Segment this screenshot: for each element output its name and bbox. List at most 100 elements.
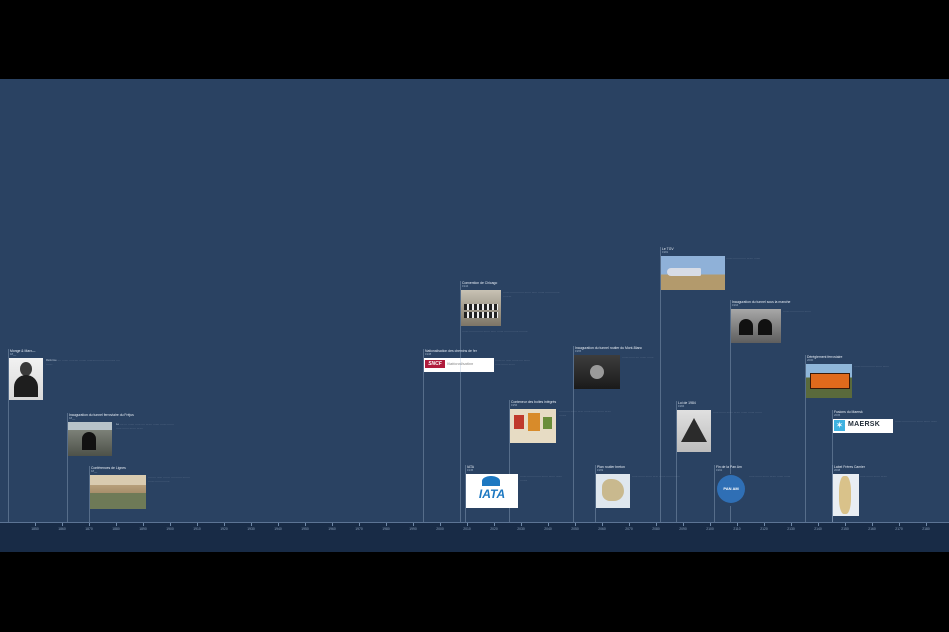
panam-logo: PAN AM <box>723 486 739 491</box>
event-description: ……. ……. ……. ……. ……. ……. <box>895 419 938 423</box>
event-title: Inauguration du tunnel ferroviaire du Fr… <box>69 413 134 417</box>
event-thumbnail[interactable] <box>833 474 859 516</box>
axis-tick-label: 2030 <box>517 527 525 531</box>
event-thumbnail[interactable]: SNCF Nationalisation <box>424 358 494 372</box>
axis-tick <box>548 523 549 526</box>
axis-tick <box>656 523 657 526</box>
event-title: Inauguration du tunnel routier du Mont-B… <box>575 346 643 350</box>
axis-tick <box>35 523 36 526</box>
axis-tick-label: 2140 <box>814 527 822 531</box>
axis-tick <box>629 523 630 526</box>
event-date: 18__ <box>10 352 17 356</box>
event-description: ……. ……. ……. ……. <box>783 309 811 313</box>
axis-tick-label: 1950 <box>301 527 309 531</box>
axis-tick <box>413 523 414 526</box>
event-description-extra: ……. ……. ……. ……. …… ……. ……. …….. ……… <box>462 329 528 333</box>
axis-tick <box>116 523 117 526</box>
axis-tick-label: 2110 <box>733 527 741 531</box>
event-date: 1981 <box>662 250 669 254</box>
axis-tick <box>845 523 846 526</box>
event-thumbnail[interactable] <box>731 309 781 343</box>
event-description: Réforme …. ……. ………. …….. ………………. ……….. …… <box>46 358 120 367</box>
axis-tick-label: 2070 <box>625 527 633 531</box>
event-date: 1984 <box>678 404 685 408</box>
event-date: 1965 <box>575 349 582 353</box>
event-stem <box>423 349 424 522</box>
axis-tick <box>467 523 468 526</box>
event-description: ……. ……. ……. ……. ……. ……. …….. <box>520 474 563 483</box>
event-date: 2005 <box>834 413 841 417</box>
axis-tick-label: 1860 <box>58 527 66 531</box>
event-title: Inauguration du tunnel sous la manche <box>732 300 791 304</box>
event-description: ……. … …… ……. …. ……. …… ……. ……. <box>495 358 530 367</box>
event-date: 2000 <box>807 358 814 362</box>
event-thumbnail[interactable] <box>90 475 146 509</box>
axis-tick-label: 1870 <box>85 527 93 531</box>
event-description: ……. ……. ……. ……. …… ……. ……. …….. ……… <box>503 290 560 299</box>
axis-tick <box>872 523 873 526</box>
event-description: ……. …… …. ……. ……. <box>622 355 654 359</box>
axis-tick-label: 1910 <box>193 527 201 531</box>
event-description: …… ……. ……. ……. ……. ……. ……. <box>713 410 762 414</box>
event-thumbnail[interactable] <box>677 410 711 452</box>
sncf-logo: SNCF <box>425 360 445 368</box>
event-date: 1944 <box>462 284 469 288</box>
event-description: …… ……. ……. ……. ……. ……. <box>749 474 791 478</box>
axis-tick <box>143 523 144 526</box>
axis-tick <box>332 523 333 526</box>
axis-tick-label: 2160 <box>868 527 876 531</box>
event-thumbnail[interactable] <box>661 256 725 290</box>
axis-tick <box>737 523 738 526</box>
axis-tick <box>197 523 198 526</box>
axis-tick-label: 1970 <box>355 527 363 531</box>
axis-tick-label: 1990 <box>409 527 417 531</box>
axis-tick-label: 2000 <box>436 527 444 531</box>
event-date: 18__ <box>91 469 98 473</box>
axis-tick-label: 2130 <box>787 527 795 531</box>
axis-tick <box>251 523 252 526</box>
timeline-canvas[interactable]: Monge & Marx— 18__ Réforme …. ……. ………. …… <box>0 79 949 552</box>
axis-tick <box>386 523 387 526</box>
axis-tick <box>602 523 603 526</box>
axis-tick <box>440 523 441 526</box>
axis-tick-label: 2010 <box>463 527 471 531</box>
event-thumbnail[interactable]: PAN AM <box>715 474 747 506</box>
event-thumbnail[interactable] <box>461 290 501 326</box>
event-thumbnail[interactable] <box>9 358 43 400</box>
event-thumbnail[interactable] <box>596 474 630 508</box>
axis-tick <box>494 523 495 526</box>
axis-tick <box>89 523 90 526</box>
axis-tick <box>278 523 279 526</box>
event-thumbnail[interactable] <box>510 409 556 443</box>
event-date: 1991 <box>716 468 723 472</box>
event-thumbnail[interactable]: ✶ MAERSK <box>833 419 893 433</box>
event-date: 1938 <box>425 352 432 356</box>
event-description: …… ……. ……. ……. <box>860 474 888 478</box>
axis-tick-label: 2150 <box>841 527 849 531</box>
event-thumbnail[interactable] <box>806 364 852 398</box>
axis-tick-label: 1930 <box>247 527 255 531</box>
event-description: …. …. …… …. … …. ……. …….. ……. ……. …….. <box>148 475 190 484</box>
axis-tick-label: 1900 <box>166 527 174 531</box>
axis-tick-label: 1880 <box>112 527 120 531</box>
axis-tick-label: 2050 <box>571 527 579 531</box>
axis-tick <box>899 523 900 526</box>
event-date: 18__ <box>69 416 76 420</box>
axis-tick-label: 2170 <box>895 527 903 531</box>
axis-tick <box>170 523 171 526</box>
axis-tick <box>764 523 765 526</box>
axis-tick <box>926 523 927 526</box>
axis-tick-label: 2090 <box>679 527 687 531</box>
event-description: ……. ……. …… ……. ……. <box>726 256 761 260</box>
axis-tick-label: 1960 <box>328 527 336 531</box>
event-thumbnail[interactable] <box>68 422 112 456</box>
axis-tick-label: 2120 <box>760 527 768 531</box>
iata-logo: IATA <box>478 487 506 501</box>
timeline-axis[interactable]: 1850 1860 1870 1880 1890 1900 1910 1920 1930 1940… <box>0 522 949 552</box>
event-description: ……. ……. ……. ……. ……. <box>854 364 889 368</box>
event-thumbnail[interactable]: IATA <box>466 474 518 508</box>
axis-tick <box>791 523 792 526</box>
axis-tick <box>710 523 711 526</box>
axis-tick-label: 1940 <box>274 527 282 531</box>
event-thumbnail[interactable] <box>574 355 620 389</box>
